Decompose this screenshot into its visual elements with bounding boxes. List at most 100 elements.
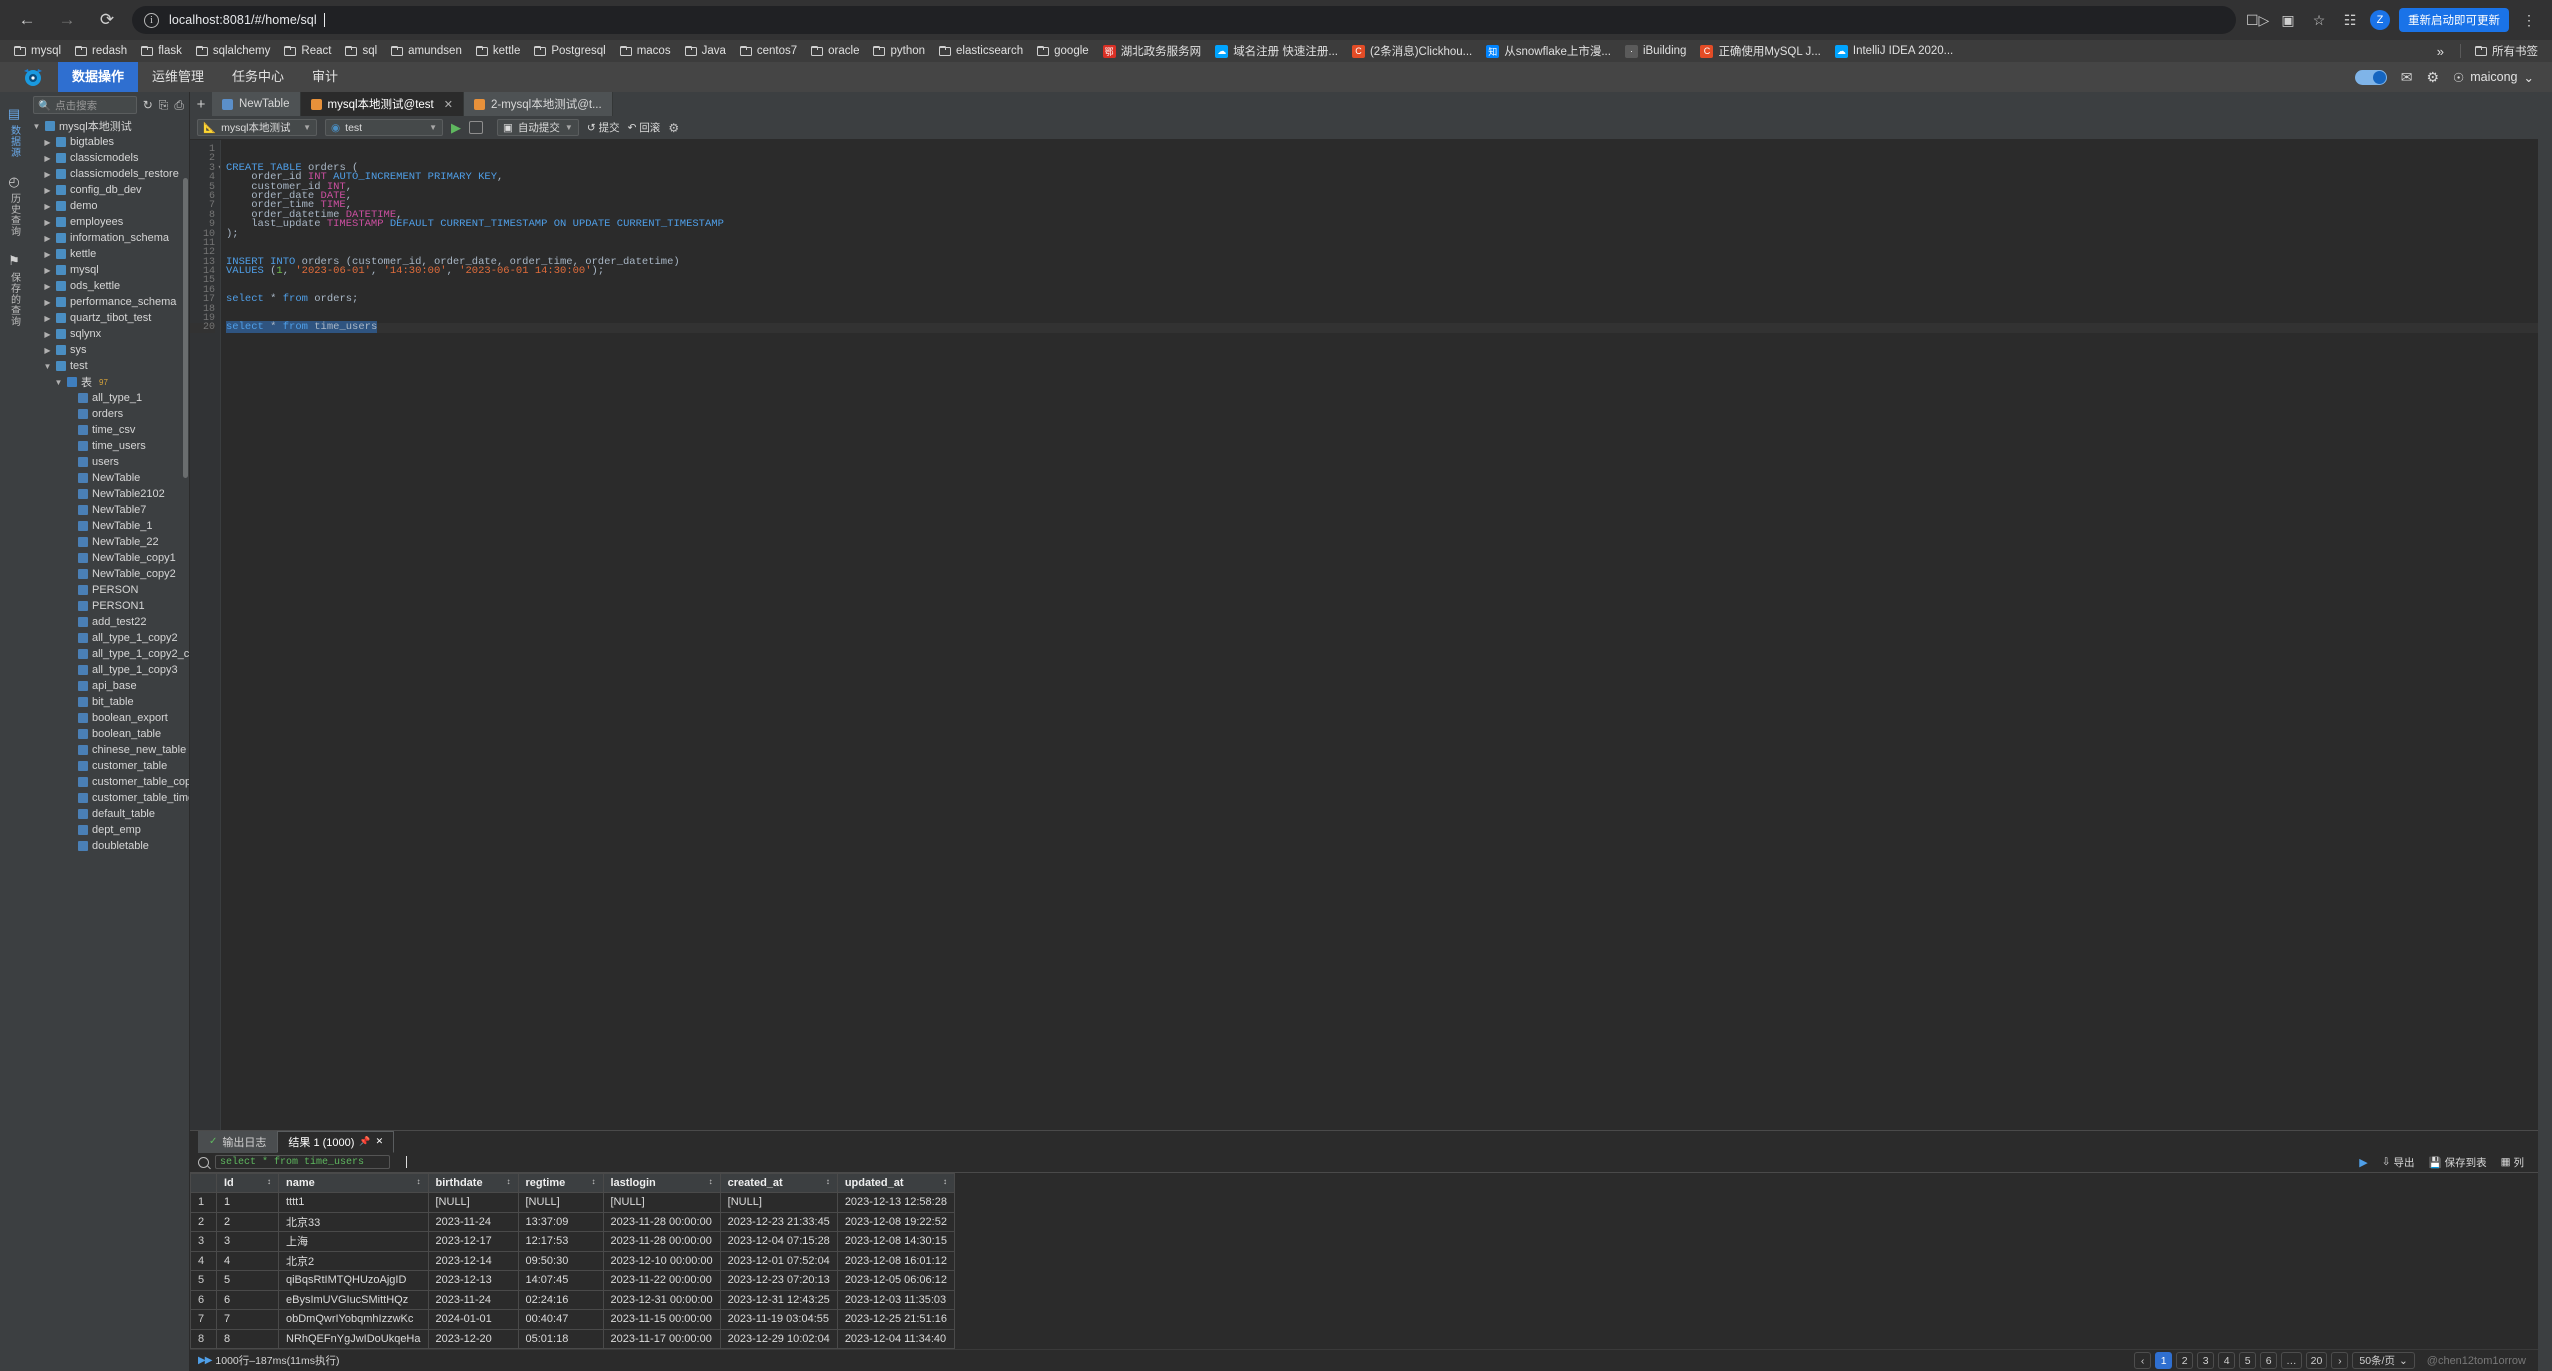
tree-node[interactable]: NewTable_copy1 xyxy=(28,550,189,566)
tab-result-1[interactable]: 结果 1 (1000) 📌 ✕ xyxy=(277,1131,394,1153)
code-line[interactable]: order_time TIME, xyxy=(226,201,2538,210)
chevron-right-icon[interactable]: ▶ xyxy=(43,250,52,259)
bookmark-item[interactable]: flask xyxy=(135,43,188,59)
tree-node[interactable]: ▶ods_kettle xyxy=(28,278,189,294)
tree-node[interactable]: ▶performance_schema xyxy=(28,294,189,310)
bookmark-item[interactable]: C(2条消息)Clickhou... xyxy=(1346,41,1478,61)
table-cell[interactable]: 2024-01-01 xyxy=(428,1310,518,1330)
update-button[interactable]: 重新启动即可更新 xyxy=(2399,8,2509,32)
table-cell[interactable]: 2023-12-01 07:52:04 xyxy=(720,1251,837,1271)
table-row[interactable]: 55qiBqsRtIMTQHUzoAjgID2023-12-1314:07:45… xyxy=(191,1271,955,1291)
tree-vertical-scrollbar[interactable] xyxy=(183,178,188,478)
page-size-selector[interactable]: 50条/页 ⌄ xyxy=(2352,1352,2414,1369)
pagination-page[interactable]: 5 xyxy=(2239,1352,2256,1369)
column-header-Id[interactable]: Id↕ xyxy=(217,1173,279,1193)
tree-node[interactable]: NewTable7 xyxy=(28,502,189,518)
row-number-cell[interactable]: 4 xyxy=(191,1251,217,1271)
code-line[interactable]: ); xyxy=(226,230,2538,239)
tree-scroll-area[interactable]: ▼mysql本地测试▶bigtables▶classicmodels▶class… xyxy=(28,118,189,1371)
forward-button[interactable]: → xyxy=(52,5,82,35)
sort-icon[interactable]: ↕ xyxy=(417,1177,421,1187)
cast-icon[interactable]: ☐▷ xyxy=(2246,12,2268,29)
table-row[interactable]: 33上海2023-12-1712:17:532023-11-28 00:00:0… xyxy=(191,1232,955,1252)
sort-icon[interactable]: ↕ xyxy=(267,1177,271,1187)
row-number-cell[interactable]: 3 xyxy=(191,1232,217,1252)
tree-node[interactable]: customer_table_time xyxy=(28,790,189,806)
tree-node[interactable]: add_test22 xyxy=(28,614,189,630)
table-cell[interactable]: 2023-12-04 11:34:40 xyxy=(837,1329,954,1349)
bookmark-item[interactable]: centos7 xyxy=(734,43,803,59)
pagination-page[interactable]: 2 xyxy=(2176,1352,2193,1369)
tree-node[interactable]: ▶quartz_tibot_test xyxy=(28,310,189,326)
chevron-right-icon[interactable]: ▶ xyxy=(43,266,52,275)
editor-settings-icon[interactable]: ⚙ xyxy=(668,121,679,135)
chevron-right-icon[interactable]: ▶ xyxy=(43,154,52,163)
bookmark-item[interactable]: redash xyxy=(69,43,133,59)
pagination-prev[interactable]: ‹ xyxy=(2134,1352,2151,1369)
bookmark-item[interactable]: sqlalchemy xyxy=(190,43,277,59)
code-line[interactable] xyxy=(226,239,2538,248)
bookmark-item[interactable]: macos xyxy=(614,43,677,59)
code-line[interactable]: select * from time_users xyxy=(226,323,2538,332)
table-cell[interactable]: 12:17:53 xyxy=(518,1232,603,1252)
table-cell[interactable]: 2023-12-03 11:35:03 xyxy=(837,1290,954,1310)
chevron-right-icon[interactable]: ▶ xyxy=(43,218,52,227)
tree-node[interactable]: ▶kettle xyxy=(28,246,189,262)
table-row[interactable]: 77obDmQwrIYobqmhIzzwKc2024-01-0100:40:47… xyxy=(191,1310,955,1330)
tree-node[interactable]: boolean_table xyxy=(28,726,189,742)
tree-node[interactable]: default_table xyxy=(28,806,189,822)
code-line[interactable]: last_update TIMESTAMP DEFAULT CURRENT_TI… xyxy=(226,220,2538,229)
tree-node[interactable]: time_csv xyxy=(28,422,189,438)
table-cell[interactable]: 2023-11-17 00:00:00 xyxy=(603,1329,720,1349)
code-line[interactable] xyxy=(226,305,2538,314)
reload-button[interactable]: ⟳ xyxy=(92,5,122,35)
table-cell[interactable]: 2023-12-08 16:01:12 xyxy=(837,1251,954,1271)
result-query-box[interactable]: select * from time_users xyxy=(215,1155,390,1169)
commit-button[interactable]: ↺ 提交 xyxy=(587,120,620,135)
row-number-cell[interactable]: 8 xyxy=(191,1329,217,1349)
pagination-page[interactable]: 20 xyxy=(2306,1352,2328,1369)
rail-item-database[interactable]: ▤数据源 xyxy=(1,100,27,168)
code-line[interactable]: CREATE TABLE orders ( xyxy=(226,164,2538,173)
table-cell[interactable]: 2023-12-25 21:51:16 xyxy=(837,1310,954,1330)
table-row[interactable]: 44北京22023-12-1409:50:302023-12-10 00:00:… xyxy=(191,1251,955,1271)
stop-query-button[interactable] xyxy=(469,121,483,134)
code-line[interactable] xyxy=(226,145,2538,154)
code-line[interactable]: VALUES (1, '2023-06-01', '14:30:00', '20… xyxy=(226,267,2538,276)
pagination-next[interactable]: › xyxy=(2331,1352,2348,1369)
translate-icon[interactable]: ▣ xyxy=(2277,12,2299,29)
bookmark-item[interactable]: python xyxy=(867,43,931,59)
table-cell[interactable]: 2023-11-28 00:00:00 xyxy=(603,1232,720,1252)
table-cell[interactable]: 02:24:16 xyxy=(518,1290,603,1310)
bookmark-item[interactable]: oracle xyxy=(805,43,865,59)
tree-node[interactable]: ▶information_schema xyxy=(28,230,189,246)
commit-mode-selector[interactable]: ▣ 自动提交 ▼ xyxy=(497,119,579,136)
code-line[interactable]: select * from orders; xyxy=(226,295,2538,304)
export-button[interactable]: ⇩ 导出 xyxy=(2382,1155,2415,1170)
tree-node[interactable]: all_type_1_copy2_copy1 xyxy=(28,646,189,662)
table-cell[interactable]: 2023-12-08 14:30:15 xyxy=(837,1232,954,1252)
pin-icon[interactable]: 📌 xyxy=(359,1136,370,1147)
add-file-icon[interactable]: ⎙ xyxy=(174,98,184,113)
sort-icon[interactable]: ↕ xyxy=(943,1177,947,1187)
chevron-right-icon[interactable]: ▶ xyxy=(43,170,52,179)
table-cell[interactable]: 6 xyxy=(217,1290,279,1310)
table-cell[interactable]: [NULL] xyxy=(720,1193,837,1213)
table-cell[interactable]: 上海 xyxy=(279,1232,429,1252)
bookmark-item[interactable]: amundsen xyxy=(385,43,468,59)
run-query-button[interactable]: ▶ xyxy=(451,120,461,136)
column-header-regtime[interactable]: regtime↕ xyxy=(518,1173,603,1193)
bookmark-item[interactable]: React xyxy=(278,43,337,59)
table-cell[interactable]: 13:37:09 xyxy=(518,1212,603,1232)
table-cell[interactable]: 2023-11-15 00:00:00 xyxy=(603,1310,720,1330)
pagination-page[interactable]: 3 xyxy=(2197,1352,2214,1369)
code-line[interactable]: order_id INT AUTO_INCREMENT PRIMARY KEY, xyxy=(226,173,2538,182)
sort-icon[interactable]: ↕ xyxy=(507,1177,511,1187)
chevron-right-icon[interactable]: ▶ xyxy=(43,186,52,195)
table-cell[interactable]: 14:07:45 xyxy=(518,1271,603,1291)
column-header-created_at[interactable]: created_at↕ xyxy=(720,1173,837,1193)
tree-node[interactable]: ▶sqlynx xyxy=(28,326,189,342)
chevron-right-icon[interactable]: ▶ xyxy=(43,282,52,291)
table-cell[interactable]: 2 xyxy=(217,1212,279,1232)
sql-code-content[interactable]: CREATE TABLE orders ( order_id INT AUTO_… xyxy=(220,140,2538,1130)
